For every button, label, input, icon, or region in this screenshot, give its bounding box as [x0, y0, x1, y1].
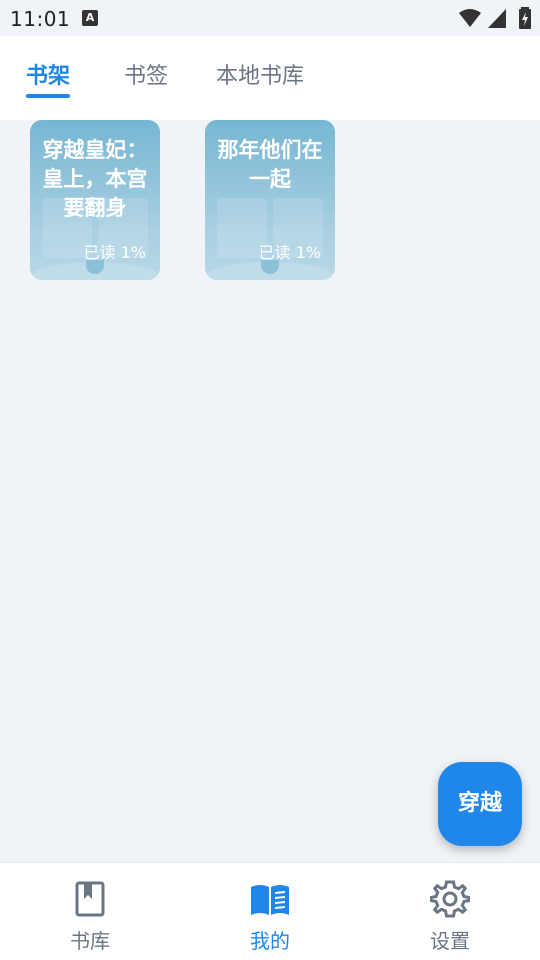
book-title: 穿越皇妃：皇上，本宫要翻身: [42, 138, 148, 220]
book-title: 那年他们在一起: [217, 138, 323, 191]
nav-item-library[interactable]: 书库: [0, 863, 180, 960]
nav-item-settings[interactable]: 设置: [360, 863, 540, 960]
tab-bookmarks[interactable]: 书签: [124, 58, 168, 98]
tab-local-library-label: 本地书库: [216, 64, 305, 89]
top-tab-bar: 书架 书签 本地书库: [0, 36, 540, 120]
battery-icon: [519, 7, 531, 29]
book-card[interactable]: 那年他们在一起 已读 1%: [205, 120, 335, 280]
open-book-icon: [251, 885, 289, 915]
nav-label-settings: 设置: [430, 929, 470, 953]
tab-bookshelf-label: 书架: [26, 64, 71, 89]
tab-bookshelf[interactable]: 书架: [26, 58, 71, 98]
nav-item-mine[interactable]: 我的: [180, 863, 360, 960]
bookmark-book-icon: [75, 881, 105, 917]
bottom-nav: 书库 我的 设置: [0, 862, 540, 960]
status-time: 11:01: [10, 7, 71, 31]
gear-icon: [430, 880, 470, 918]
book-progress: 已读 1%: [83, 243, 146, 262]
nav-label-mine: 我的: [250, 929, 290, 953]
book-progress: 已读 1%: [258, 243, 321, 262]
signal-icon: [488, 9, 506, 28]
book-card[interactable]: 穿越皇妃：皇上，本宫要翻身 已读 1%: [30, 120, 160, 280]
screen: 11:01 A 书架 书签 本地书库 穿越皇妃：皇上，本宫要翻身 已读 1% 那…: [0, 0, 540, 960]
status-bar: 11:01 A: [0, 0, 540, 36]
tab-active-indicator: [26, 94, 71, 98]
notification-a-icon: A: [82, 10, 98, 26]
tab-bookmarks-label: 书签: [124, 64, 169, 89]
nav-label-library: 书库: [70, 929, 110, 953]
wifi-icon: [459, 9, 481, 27]
time-travel-fab-button[interactable]: 穿越: [438, 762, 522, 846]
tab-local-library[interactable]: 本地书库: [216, 58, 304, 98]
